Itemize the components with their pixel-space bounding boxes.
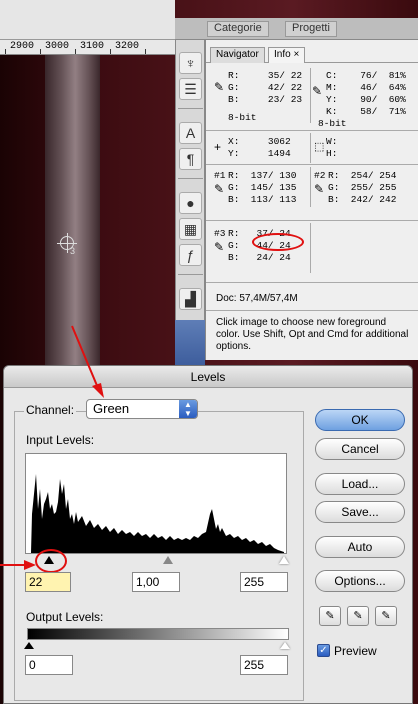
- rgb-r: R: 35/ 22: [228, 70, 303, 81]
- output-black-field[interactable]: 0: [25, 655, 73, 675]
- output-white-field[interactable]: 255: [240, 655, 288, 675]
- white-point-slider[interactable]: [279, 556, 289, 564]
- tab-info-label: Info: [274, 49, 291, 60]
- ok-button[interactable]: OK: [315, 409, 405, 431]
- sampler2-g: G: 255/ 255: [328, 182, 397, 193]
- brush-presets-icon[interactable]: ♆: [179, 52, 202, 74]
- tool-presets-icon[interactable]: ☰: [179, 78, 202, 100]
- size-w: W:: [326, 136, 338, 147]
- tab-navigator[interactable]: Navigator: [210, 47, 265, 63]
- size-h: H:: [326, 148, 338, 159]
- sampler1-b: B: 113/ 113: [228, 194, 297, 205]
- eyedropper-icon: ✎: [214, 80, 225, 94]
- chevron-updown-icon: ▲ ▼: [179, 400, 197, 418]
- horizontal-ruler: 2900 3000 3100 3200: [0, 40, 175, 55]
- histogram: [25, 453, 287, 554]
- options-button[interactable]: Options...: [315, 570, 405, 592]
- tab-progetti[interactable]: Progetti: [285, 21, 337, 37]
- black-eyedropper-icon[interactable]: ✎: [319, 606, 341, 626]
- sampler1-r: R: 137/ 130: [228, 170, 297, 181]
- eyedropper-icon: ✎: [312, 84, 323, 98]
- dialog-title: Levels: [4, 366, 412, 388]
- channel-label: Channel:: [24, 403, 77, 417]
- ruler-tick-label: 3200: [115, 41, 140, 52]
- ruler-tick-label: 3000: [45, 41, 70, 52]
- channel-select[interactable]: Green ▲ ▼: [86, 399, 198, 419]
- image-pillar: [45, 55, 100, 375]
- info-hint: Click image to choose new foreground col…: [216, 317, 409, 352]
- sampler2-b: B: 242/ 242: [328, 194, 397, 205]
- cmyk-k: K: 58/ 71%: [326, 106, 406, 117]
- rgb-bits: 8-bit: [228, 112, 257, 123]
- sampler1-g: G: 145/ 135: [228, 182, 297, 193]
- load-button[interactable]: Load...: [315, 473, 405, 495]
- sampler3-label: #3: [214, 228, 226, 239]
- output-white-slider[interactable]: [280, 642, 290, 649]
- close-icon[interactable]: ×: [293, 49, 299, 60]
- sampler2-r: R: 254/ 254: [328, 170, 397, 181]
- color-sampler-label: 3: [70, 246, 76, 256]
- panel-icon-strip: ♆ ☰ A ¶ ● ▦ ƒ ▟: [175, 40, 205, 320]
- color-palette-icon[interactable]: ●: [179, 192, 202, 214]
- auto-button[interactable]: Auto: [315, 536, 405, 558]
- highlight-circle: [252, 233, 304, 251]
- preview-label: Preview: [334, 644, 377, 658]
- gray-eyedropper-icon[interactable]: ✎: [347, 606, 369, 626]
- styles-fx-icon[interactable]: ƒ: [179, 244, 202, 266]
- ruler-tick-label: 3100: [80, 41, 105, 52]
- swatches-icon[interactable]: ▦: [179, 218, 202, 240]
- window-titlebar-area: [0, 0, 175, 40]
- document-size: Doc: 57,4M/57,4M: [216, 293, 298, 304]
- sampler3-b: B: 24/ 24: [228, 252, 291, 263]
- rgb-b: B: 23/ 23: [228, 94, 303, 105]
- eyedropper-icon: ✎: [214, 182, 225, 196]
- paragraph-icon[interactable]: ¶: [179, 148, 202, 170]
- character-icon[interactable]: A: [179, 122, 202, 144]
- rgb-g: G: 42/ 22: [228, 82, 303, 93]
- cmyk-m: M: 46/ 64%: [326, 82, 406, 93]
- coord-y: Y: 1494: [228, 148, 291, 159]
- input-levels-label: Input Levels:: [26, 433, 95, 447]
- cmyk-c: C: 76/ 81%: [326, 70, 406, 81]
- input-black-field[interactable]: 22: [25, 572, 71, 592]
- output-levels-label: Output Levels:: [26, 610, 104, 624]
- ruler-tick-label: 2900: [10, 41, 35, 52]
- levels-dialog: Levels Channel: Green ▲ ▼ Input Levels: 2…: [3, 365, 413, 704]
- info-panel-tabs: Navigator Info ×: [206, 45, 418, 63]
- histogram-graph: [31, 474, 284, 553]
- cmyk-y: Y: 90/ 60%: [326, 94, 406, 105]
- gamma-slider[interactable]: [163, 556, 173, 564]
- panel-dock-tabs: Categorie Progetti: [175, 18, 418, 40]
- cmyk-bits: 8-bit: [318, 118, 347, 129]
- crosshair-icon: +: [214, 140, 222, 154]
- marquee-icon: ⬚: [314, 141, 325, 153]
- histogram-icon[interactable]: ▟: [179, 288, 202, 310]
- input-gamma-field[interactable]: 1,00: [132, 572, 180, 592]
- cancel-button[interactable]: Cancel: [315, 438, 405, 460]
- sampler1-label: #1: [214, 170, 226, 181]
- white-eyedropper-icon[interactable]: ✎: [375, 606, 397, 626]
- channel-value: Green: [93, 401, 130, 416]
- input-white-field[interactable]: 255: [240, 572, 288, 592]
- info-panel: Navigator Info × R: 35/ 22 G: 42/ 22 B: …: [205, 40, 418, 360]
- save-button[interactable]: Save...: [315, 501, 405, 523]
- eyedropper-icon: ✎: [214, 240, 225, 254]
- eyedropper-icon: ✎: [314, 182, 325, 196]
- preview-checkbox[interactable]: ✓: [317, 644, 330, 657]
- sampler2-label: #2: [314, 170, 326, 181]
- output-black-slider[interactable]: [24, 642, 34, 649]
- output-gradient: [27, 628, 289, 640]
- highlight-circle: [35, 549, 67, 573]
- tab-info[interactable]: Info ×: [268, 47, 306, 63]
- tab-categorie[interactable]: Categorie: [207, 21, 269, 37]
- coord-x: X: 3062: [228, 136, 291, 147]
